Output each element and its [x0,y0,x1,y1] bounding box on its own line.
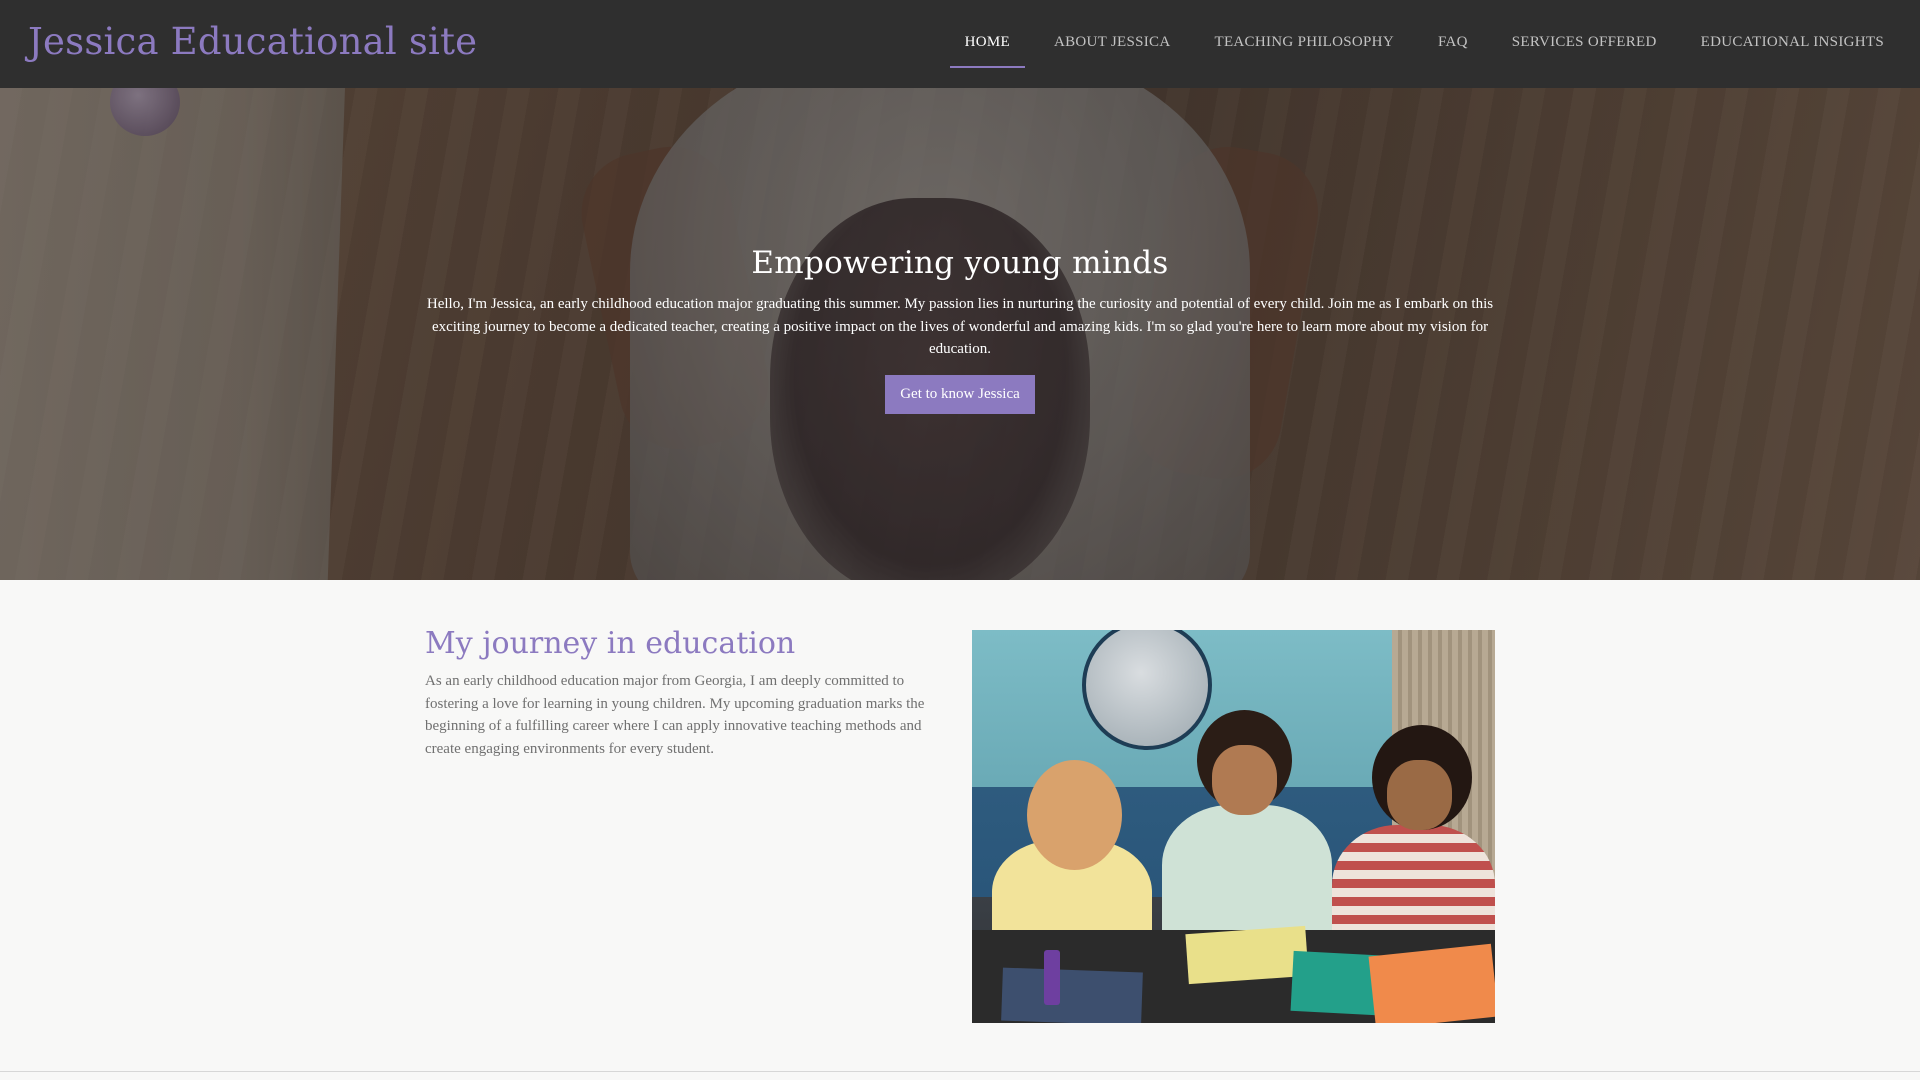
image-paper-blue [1001,967,1143,1023]
nav-item-about-jessica[interactable]: ABOUT JESSICA [1039,22,1186,68]
get-to-know-jessica-button[interactable]: Get to know Jessica [885,374,1035,414]
image-child-left-head [1027,760,1122,870]
section-divider [0,1071,1920,1072]
hero-title: Empowering young minds [751,245,1169,281]
journey-text-column: My journey in education As an early chil… [425,627,940,761]
journey-title: My journey in education [425,626,796,661]
image-mirror [1082,630,1212,750]
nav-item-services-offered[interactable]: SERVICES OFFERED [1497,22,1672,68]
image-child-right-face [1387,760,1452,830]
image-paper-orange [1368,943,1495,1023]
image-paper-yellow [1185,925,1309,985]
nav-item-home[interactable]: HOME [949,22,1025,68]
hero-section: Empowering young minds Hello, I'm Jessic… [0,88,1920,580]
image-glue-stick [1044,950,1060,1005]
site-header: Jessica Educational site HOME ABOUT JESS… [0,0,1920,88]
hero-content: Empowering young minds Hello, I'm Jessic… [420,248,1500,414]
nav-item-faq[interactable]: FAQ [1423,22,1483,68]
journey-text: As an early childhood education major fr… [425,673,925,758]
nav-item-teaching-philosophy[interactable]: TEACHING PHILOSOPHY [1200,22,1409,68]
children-crafting-image [972,630,1495,1023]
site-title[interactable]: Jessica Educational site [28,20,477,63]
image-child-center-face [1212,745,1277,815]
main-nav: HOME ABOUT JESSICA TEACHING PHILOSOPHY F… [936,22,1899,68]
hero-text: Hello, I'm Jessica, an early childhood e… [426,296,1494,357]
nav-item-educational-insights[interactable]: EDUCATIONAL INSIGHTS [1686,22,1899,68]
